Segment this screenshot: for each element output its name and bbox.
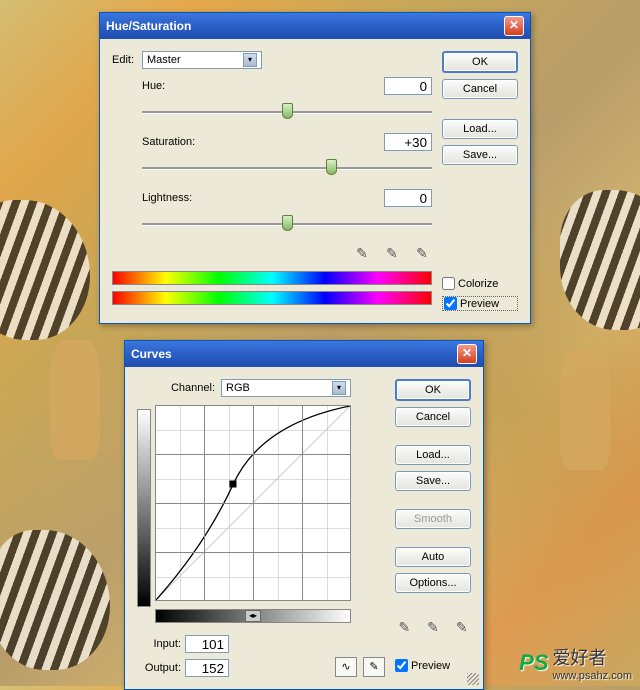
preview-checkbox-row[interactable]: Preview [395, 659, 471, 672]
colorize-label: Colorize [458, 278, 498, 290]
options-button[interactable]: Options... [395, 573, 471, 593]
ok-button[interactable]: OK [442, 51, 518, 73]
curves-title: Curves [131, 347, 172, 361]
chevron-down-icon: ▾ [332, 381, 346, 395]
load-button[interactable]: Load... [395, 445, 471, 465]
saturation-input[interactable] [384, 133, 432, 151]
hue-sat-titlebar[interactable]: Hue/Saturation ✕ [100, 13, 530, 39]
preview-label: Preview [460, 298, 499, 310]
auto-button[interactable]: Auto [395, 547, 471, 567]
output-gradient [137, 409, 151, 607]
load-button[interactable]: Load... [442, 119, 518, 139]
lightness-slider-thumb[interactable] [282, 215, 293, 231]
curves-titlebar[interactable]: Curves ✕ [125, 341, 483, 367]
eyedropper-plus-icon[interactable]: ✎ [382, 245, 402, 265]
close-icon[interactable]: ✕ [504, 16, 524, 36]
curve-tool-icon[interactable]: ∿ [335, 657, 357, 677]
saturation-label: Saturation: [142, 136, 206, 148]
lightness-input[interactable] [384, 189, 432, 207]
hue-saturation-dialog: Hue/Saturation ✕ Edit: Master ▾ Hue: [99, 12, 531, 324]
lightness-slider[interactable] [142, 215, 432, 233]
curve-point[interactable] [229, 481, 236, 488]
lightness-label: Lightness: [142, 192, 206, 204]
saturation-slider[interactable] [142, 159, 432, 177]
ok-button[interactable]: OK [395, 379, 471, 401]
output-field[interactable] [185, 659, 229, 677]
gray-point-icon[interactable]: ✎ [424, 619, 443, 639]
channel-value: RGB [226, 382, 250, 394]
edit-value: Master [147, 54, 181, 66]
preview-checkbox-row[interactable]: Preview [442, 296, 518, 311]
preview-label: Preview [411, 660, 450, 672]
eyedropper-icon[interactable]: ✎ [352, 245, 372, 265]
spectrum-bottom [112, 291, 432, 305]
input-gradient: ◂▸ [155, 609, 351, 623]
output-label: Output: [137, 662, 181, 674]
curves-dialog: Curves ✕ Channel: RGB ▾ [124, 340, 484, 690]
chevron-down-icon: ▾ [243, 53, 257, 67]
cancel-button[interactable]: Cancel [395, 407, 471, 427]
gradient-arrows-icon[interactable]: ◂▸ [245, 610, 261, 622]
edit-label: Edit: [112, 54, 142, 66]
watermark: PS 爱好者 www.psahz.com [519, 644, 632, 682]
hue-sat-title: Hue/Saturation [106, 19, 191, 33]
hue-slider[interactable] [142, 103, 432, 121]
close-icon[interactable]: ✕ [457, 344, 477, 364]
curve-line [156, 406, 350, 600]
colorize-checkbox-row[interactable]: Colorize [442, 277, 518, 290]
eyedropper-minus-icon[interactable]: ✎ [412, 245, 432, 265]
preview-checkbox[interactable] [444, 297, 457, 310]
watermark-logo: PS [519, 650, 548, 676]
channel-label: Channel: [171, 382, 215, 394]
input-field[interactable] [185, 635, 229, 653]
black-point-icon[interactable]: ✎ [395, 619, 414, 639]
input-label: Input: [137, 638, 181, 650]
resize-grip-icon[interactable] [467, 673, 479, 685]
hue-input[interactable] [384, 77, 432, 95]
curve-grid[interactable] [155, 405, 351, 601]
cancel-button[interactable]: Cancel [442, 79, 518, 99]
saturation-slider-thumb[interactable] [326, 159, 337, 175]
save-button[interactable]: Save... [395, 471, 471, 491]
white-point-icon[interactable]: ✎ [452, 619, 471, 639]
colorize-checkbox[interactable] [442, 277, 455, 290]
hue-slider-thumb[interactable] [282, 103, 293, 119]
hue-label: Hue: [142, 80, 206, 92]
watermark-text: 爱好者 [553, 648, 607, 668]
channel-dropdown[interactable]: RGB ▾ [221, 379, 351, 397]
edit-dropdown[interactable]: Master ▾ [142, 51, 262, 69]
preview-checkbox[interactable] [395, 659, 408, 672]
pencil-tool-icon[interactable]: ✎ [363, 657, 385, 677]
smooth-button: Smooth [395, 509, 471, 529]
spectrum-top [112, 271, 432, 285]
save-button[interactable]: Save... [442, 145, 518, 165]
watermark-url: www.psahz.com [553, 670, 632, 682]
